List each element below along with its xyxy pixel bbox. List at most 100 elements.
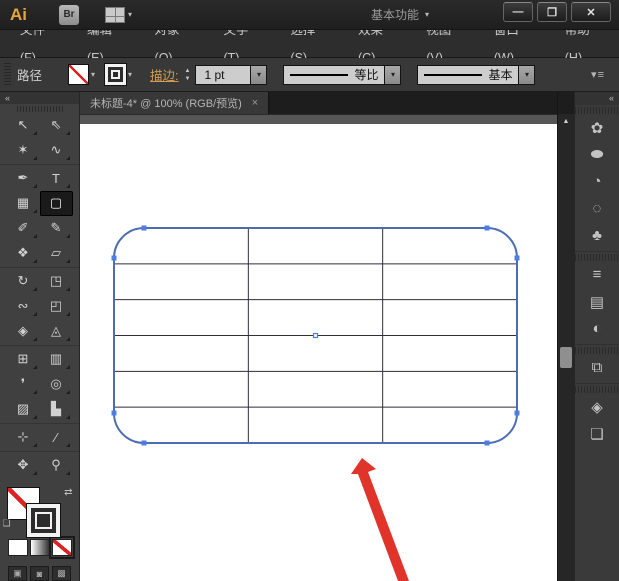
tool-group-2: ✒T▦▢✐✎❖ ▱ (0, 164, 79, 267)
tool-gradient[interactable]: ▥ (40, 347, 73, 372)
bridge-icon[interactable]: Br (59, 5, 79, 25)
panel-button-layers[interactable]: ◈ (575, 393, 619, 420)
panel-button-stroke[interactable]: ≡ (575, 261, 619, 288)
tool-rectangular-grid[interactable]: ▦ (7, 191, 40, 216)
tool-column-graph[interactable]: ▙ (40, 397, 73, 422)
tool-slice[interactable]: ∕ (40, 425, 73, 450)
tool-scale[interactable]: ◳ (40, 269, 73, 294)
tool-shape-builder[interactable]: ◈ (7, 319, 40, 344)
scroll-up-icon[interactable]: ▲ (558, 114, 574, 129)
tool-blob-brush[interactable]: ❖ (7, 241, 40, 266)
tool-magic-wand[interactable]: ✶ (7, 138, 40, 163)
panel-button-artboards[interactable]: ❏ (575, 420, 619, 447)
dock-gripper[interactable] (575, 347, 619, 354)
tool-hand[interactable]: ✥ (7, 453, 40, 478)
stroke-width-field[interactable]: 1 pt (195, 65, 251, 85)
stroke-width-stepper[interactable]: ▲ ▼ (183, 67, 193, 83)
stroke-width-dropdown-button[interactable]: ▾ (251, 65, 267, 85)
draw-normal-button[interactable]: ▣ (8, 566, 27, 581)
dock-gripper[interactable] (575, 107, 619, 114)
close-button[interactable]: ✕ (571, 2, 611, 22)
scrollbar-track[interactable] (558, 129, 574, 581)
stroke-color-control[interactable]: ▾ (105, 64, 132, 85)
brush-definition-dropdown-button[interactable]: ▾ (519, 65, 535, 85)
tool-pencil[interactable]: ✎ (40, 216, 73, 241)
stroke-panel-link[interactable]: 描边: (150, 65, 178, 84)
brush-definition-value: 基本 (488, 66, 512, 83)
tool-zoom[interactable]: ⚲ (40, 453, 73, 478)
panel-dock: « ✿⬬ ◔ ◌♣ ≡▤◐ ⧉ ◈ ❏ (574, 92, 619, 581)
shape-builder-icon: ◈ (18, 323, 28, 339)
stepper-up-icon[interactable]: ▲ (183, 67, 193, 75)
hand-icon: ✥ (18, 457, 29, 473)
scrollbar-thumb[interactable] (560, 347, 572, 368)
draw-behind-button[interactable]: ◙ (30, 566, 49, 581)
arrange-documents-icon (105, 7, 125, 23)
control-bar: 路径 ▾ ▾ 描边: ▲ ▼ 1 pt ▾ 等比 ▾ 基本 ▾ ▾≡ (0, 58, 619, 92)
eraser-icon: ▱ (51, 245, 61, 261)
panel-button-color[interactable]: ⬬ (575, 141, 619, 168)
panel-button-color-guide[interactable]: ◔ (575, 168, 619, 195)
tool-eyedropper[interactable]: ❜ (7, 372, 40, 397)
document-tab[interactable]: 未标题-4* @ 100% (RGB/预览) × (80, 92, 269, 114)
panel-button-transparency[interactable]: ◐ (575, 315, 619, 342)
stepper-down-icon[interactable]: ▼ (183, 75, 193, 83)
tool-symbol-sprayer[interactable]: ▨ (7, 397, 40, 422)
panel-button-appearance[interactable]: ◌ (575, 195, 619, 222)
chevron-down-icon[interactable]: ▾ (128, 70, 132, 79)
swap-fill-stroke-icon[interactable]: ⇄ (64, 487, 72, 498)
artboard-canvas[interactable] (80, 124, 557, 581)
tool-selection[interactable]: ↖ (7, 113, 40, 138)
panel-button-transform[interactable]: ⧉ (575, 354, 619, 381)
color-guide-icon: ◔ (592, 173, 601, 190)
layers-icon: ◈ (591, 398, 603, 416)
document-title: 未标题-4* @ 100% (RGB/预览) (90, 95, 242, 111)
workspace-switcher[interactable]: 基本功能 ▾ (371, 6, 429, 23)
pasteboard (80, 114, 557, 124)
maximize-button[interactable]: ❐ (537, 2, 567, 22)
fill-color-control[interactable]: ▾ (68, 64, 95, 85)
dock-gripper[interactable] (575, 386, 619, 393)
panel-button-gradient[interactable]: ▤ (575, 288, 619, 315)
arrange-documents-button[interactable]: ▾ (105, 7, 132, 23)
dock-collapse-button[interactable]: « (575, 92, 619, 105)
minimize-button[interactable]: — (503, 2, 533, 22)
swatch-color-button[interactable] (8, 539, 28, 556)
tool-paintbrush[interactable]: ✐ (7, 216, 40, 241)
dock-gripper[interactable] (575, 254, 619, 261)
tool-artboard[interactable]: ⊹ (7, 425, 40, 450)
tool-perspective-grid[interactable]: ◬ (40, 319, 73, 344)
drawing-mode-buttons: ▣◙▩ (0, 566, 79, 581)
panel-button-symbols[interactable]: ♣ (575, 222, 619, 249)
stroke-swatch[interactable] (105, 64, 126, 85)
brush-definition-select[interactable]: 基本 (417, 65, 519, 85)
tab-close-icon[interactable]: × (252, 97, 258, 109)
tool-pen[interactable]: ✒ (7, 166, 40, 191)
panel-gripper[interactable] (4, 63, 11, 87)
tool-rotate[interactable]: ↻ (7, 269, 40, 294)
swatch-gradient-button[interactable] (30, 539, 50, 556)
tool-eraser[interactable]: ▱ (40, 241, 73, 266)
tool-lasso[interactable]: ∿ (40, 138, 73, 163)
tool-type[interactable]: T (40, 166, 73, 191)
swatch-none-button[interactable] (52, 539, 72, 556)
rotate-icon: ↻ (18, 273, 29, 289)
chevron-down-icon[interactable]: ▾ (91, 70, 95, 79)
fill-none-swatch[interactable] (68, 64, 89, 85)
draw-inside-button[interactable]: ▩ (52, 566, 71, 581)
tool-rounded-rectangle[interactable]: ▢ (40, 191, 73, 216)
tools-collapse-button[interactable]: « (0, 92, 79, 104)
default-fill-stroke-icon[interactable]: ❏ (3, 518, 11, 529)
tool-mesh[interactable]: ⊞ (7, 347, 40, 372)
vertical-scrollbar[interactable]: ▲ (557, 92, 574, 581)
width-profile-dropdown-button[interactable]: ▾ (385, 65, 401, 85)
tool-direct-selection[interactable]: ⇖ (40, 113, 73, 138)
control-panel-menu-icon[interactable]: ▾≡ (591, 68, 605, 81)
tool-blend[interactable]: ◎ (40, 372, 73, 397)
tool-free-transform[interactable]: ◰ (40, 294, 73, 319)
stroke-proxy[interactable] (27, 504, 60, 537)
tool-width-tool[interactable]: ∾ (7, 294, 40, 319)
width-profile-select[interactable]: 等比 (283, 65, 385, 85)
main-area: « ↖⇖✶∿✒T▦▢✐✎❖ ▱ ↻ ◳∾◰ ◈ ◬⊞▥❜◎▨▙⊹∕ ✥ ⚲ ⇄ ❏ ▣◙▩ 未… (0, 92, 619, 581)
panel-button-brushes[interactable]: ✿ (575, 114, 619, 141)
